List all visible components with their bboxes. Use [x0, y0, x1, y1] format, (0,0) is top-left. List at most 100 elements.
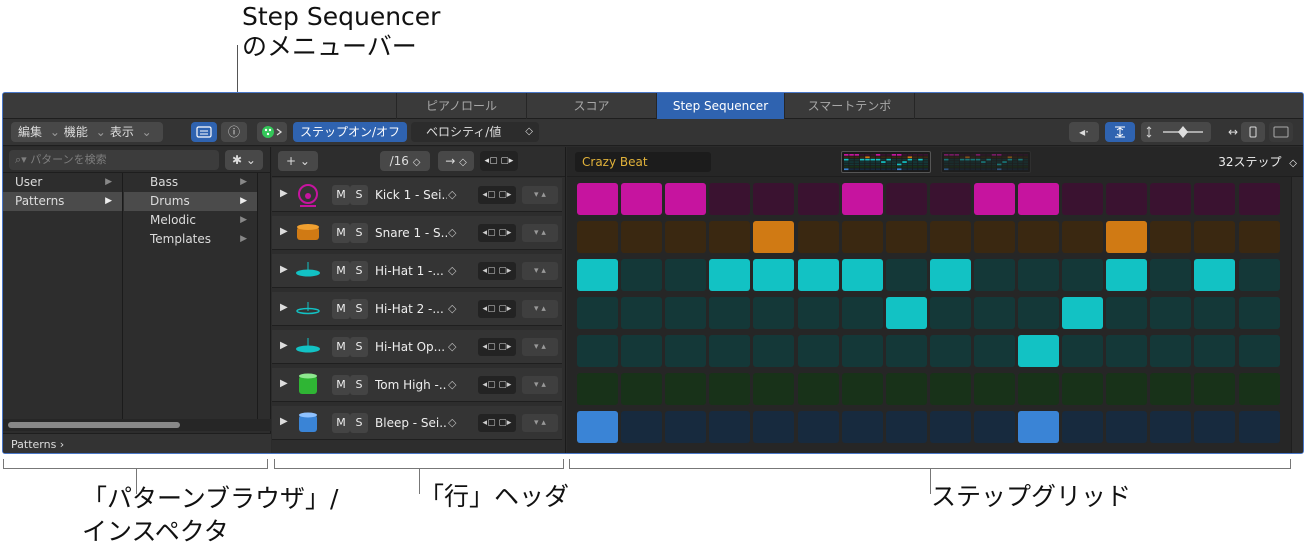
- step-cell-off[interactable]: [1238, 221, 1280, 253]
- step-cell-off[interactable]: [665, 297, 707, 329]
- disclosure-triangle-icon[interactable]: ▶: [280, 264, 288, 275]
- step-cell-off[interactable]: [1150, 411, 1192, 443]
- step-cell-on[interactable]: [797, 259, 839, 291]
- solo-button[interactable]: S: [350, 375, 368, 395]
- disclosure-triangle-icon[interactable]: ▶: [280, 378, 288, 389]
- step-cell-off[interactable]: [797, 221, 839, 253]
- step-cell-off[interactable]: [797, 335, 839, 367]
- step-cell-off[interactable]: [797, 411, 839, 443]
- row-reorder-icon[interactable]: ▾ ▴: [522, 376, 558, 394]
- step-cell-off[interactable]: [1238, 373, 1280, 405]
- step-cell-on[interactable]: [1106, 259, 1148, 291]
- pattern-length-handles[interactable]: ◂▢ ▢▸: [480, 151, 518, 171]
- row-header[interactable]: ▶ M S Bleep - Sei... ◇ ◂▢ ▢▸ ▾ ▴: [272, 406, 562, 440]
- step-cell-off[interactable]: [1194, 373, 1236, 405]
- function-menu-label[interactable]: 機能: [64, 125, 88, 139]
- pattern-length-select[interactable]: 32ステップ ◇: [1205, 152, 1297, 172]
- step-cell-off[interactable]: [1238, 411, 1280, 443]
- tab-score[interactable]: スコア: [526, 93, 656, 119]
- vertical-zoom-slider[interactable]: [1141, 122, 1211, 142]
- step-cell-off[interactable]: [1194, 411, 1236, 443]
- step-rate-select[interactable]: /16 ◇: [380, 151, 430, 171]
- tab-smart-tempo[interactable]: スマートテンポ: [784, 93, 914, 119]
- disclosure-triangle-icon[interactable]: ▶: [280, 416, 288, 427]
- step-cell-off[interactable]: [709, 221, 751, 253]
- add-row-button[interactable]: + ⌄: [278, 151, 318, 171]
- step-cell-off[interactable]: [1238, 183, 1280, 215]
- step-cell-off[interactable]: [841, 297, 883, 329]
- step-cell-off[interactable]: [753, 183, 795, 215]
- info-button[interactable]: ⓘ: [221, 122, 247, 142]
- solo-button[interactable]: S: [350, 261, 368, 281]
- tab-piano-roll[interactable]: ピアノロール: [396, 93, 526, 119]
- step-cell-off[interactable]: [841, 411, 883, 443]
- step-cell-off[interactable]: [1062, 259, 1104, 291]
- step-cell-off[interactable]: [1018, 221, 1059, 253]
- step-cell-off[interactable]: [1194, 297, 1236, 329]
- step-cell-off[interactable]: [621, 297, 663, 329]
- step-cell-on[interactable]: [753, 221, 795, 253]
- up-down-icon[interactable]: ◇: [448, 216, 456, 250]
- step-cell-off[interactable]: [1150, 183, 1192, 215]
- step-cell-off[interactable]: [1150, 259, 1192, 291]
- step-cell-off[interactable]: [577, 221, 618, 253]
- row-instrument-name[interactable]: Hi-Hat 1 -...: [375, 254, 447, 288]
- step-cell-off[interactable]: [709, 297, 751, 329]
- browser-item[interactable]: Melodic ▶: [124, 211, 257, 230]
- step-cell-off[interactable]: [1194, 335, 1236, 367]
- step-cell-off[interactable]: [1106, 297, 1148, 329]
- up-down-icon[interactable]: ◇: [448, 178, 456, 212]
- step-cell-off[interactable]: [1062, 411, 1104, 443]
- step-cell-off[interactable]: [1062, 335, 1104, 367]
- mute-button[interactable]: M: [332, 185, 350, 205]
- up-down-icon[interactable]: ◇: [448, 368, 456, 402]
- step-cell-off[interactable]: [973, 297, 1015, 329]
- step-cell-off[interactable]: [973, 335, 1015, 367]
- step-cell-off[interactable]: [753, 297, 795, 329]
- step-cell-off[interactable]: [709, 411, 751, 443]
- row-header[interactable]: ▶ M S Tom High -... ◇ ◂▢ ▢▸ ▾ ▴: [272, 368, 562, 402]
- row-reorder-icon[interactable]: ▾ ▴: [522, 338, 558, 356]
- up-down-icon[interactable]: ◇: [448, 406, 456, 440]
- row-reorder-icon[interactable]: ▾ ▴: [522, 414, 558, 432]
- step-cell-on[interactable]: [1018, 183, 1059, 215]
- step-cell-off[interactable]: [885, 411, 927, 443]
- step-cell-off[interactable]: [797, 373, 839, 405]
- step-cell-off[interactable]: [885, 335, 927, 367]
- step-cell-off[interactable]: [1018, 373, 1059, 405]
- step-cell-on[interactable]: [621, 183, 663, 215]
- browser-item[interactable]: Bass ▶: [124, 173, 257, 192]
- row-length-handle-icon[interactable]: ◂▢ ▢▸: [478, 262, 516, 280]
- step-cell-off[interactable]: [621, 221, 663, 253]
- step-cell-on[interactable]: [709, 259, 751, 291]
- step-cell-off[interactable]: [885, 183, 927, 215]
- step-cell-off[interactable]: [621, 411, 663, 443]
- row-header[interactable]: ▶ M S Kick 1 - Sei... ◇ ◂▢ ▢▸ ▾ ▴: [272, 178, 562, 212]
- row-reorder-icon[interactable]: ▾ ▴: [522, 262, 558, 280]
- step-cell-on[interactable]: [577, 183, 618, 215]
- solo-button[interactable]: S: [350, 413, 368, 433]
- step-cell-off[interactable]: [1150, 335, 1192, 367]
- step-cell-off[interactable]: [621, 373, 663, 405]
- row-instrument-name[interactable]: Bleep - Sei...: [375, 406, 447, 440]
- step-cell-off[interactable]: [929, 335, 971, 367]
- step-cell-off[interactable]: [577, 373, 618, 405]
- step-cell-off[interactable]: [709, 183, 751, 215]
- disclosure-triangle-icon[interactable]: ▶: [280, 302, 288, 313]
- step-cell-on[interactable]: [577, 411, 618, 443]
- step-cell-off[interactable]: [885, 373, 927, 405]
- step-cell-off[interactable]: [1106, 335, 1148, 367]
- step-cell-off[interactable]: [1194, 183, 1236, 215]
- step-cell-off[interactable]: [665, 335, 707, 367]
- step-cell-off[interactable]: [929, 411, 971, 443]
- disclosure-triangle-icon[interactable]: ▶: [280, 340, 288, 351]
- step-cell-on[interactable]: [665, 183, 707, 215]
- step-cell-on[interactable]: [1062, 297, 1104, 329]
- step-cell-on[interactable]: [885, 297, 927, 329]
- step-cell-off[interactable]: [1062, 221, 1104, 253]
- step-cell-off[interactable]: [885, 259, 927, 291]
- horizontal-scrollbar[interactable]: [3, 419, 271, 431]
- solo-button[interactable]: S: [350, 223, 368, 243]
- step-cell-off[interactable]: [841, 373, 883, 405]
- solo-button[interactable]: S: [350, 299, 368, 319]
